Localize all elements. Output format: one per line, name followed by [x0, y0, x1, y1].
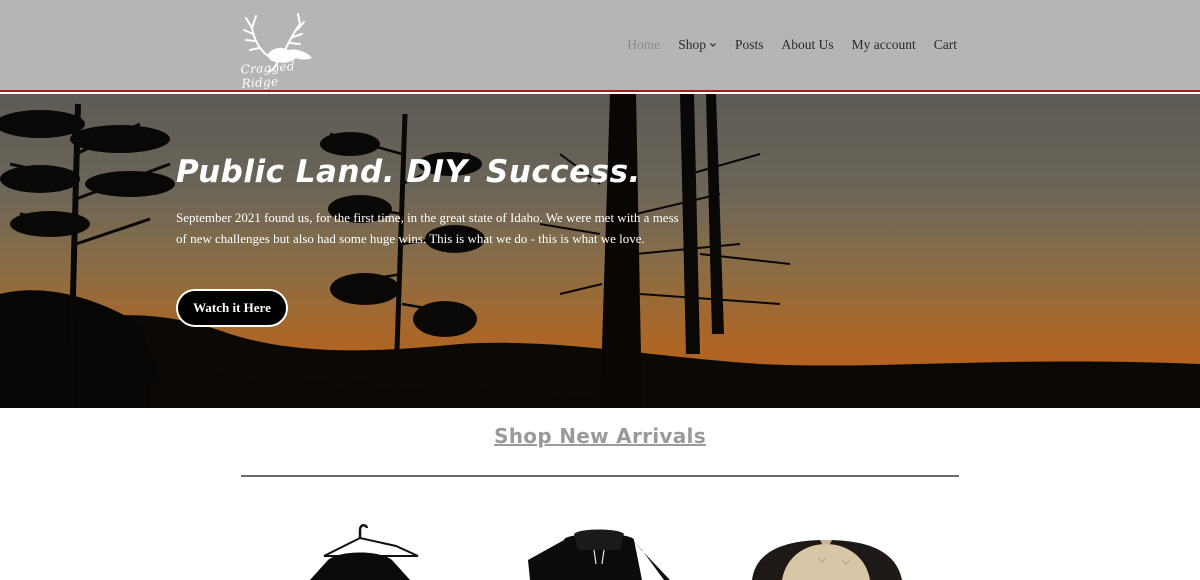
nav-item-home[interactable]: Home	[627, 37, 660, 53]
section-divider	[241, 475, 959, 477]
main-nav: Home Shop Posts About Us My account Cart	[627, 36, 957, 54]
shop-new-arrivals-link[interactable]: Shop New Arrivals	[0, 424, 1200, 448]
chevron-down-icon	[710, 43, 716, 47]
trucker-hat-image	[752, 540, 902, 580]
hero-title: Public Land. DIY. Success.	[176, 154, 641, 190]
hero-description: September 2021 found us, for the first t…	[176, 210, 679, 246]
nav-item-posts[interactable]: Posts	[735, 37, 764, 53]
watch-it-here-button[interactable]: Watch it Here	[176, 289, 288, 327]
shirt-on-hanger-image	[310, 524, 419, 580]
site-header: Cragged Ridge Home Shop Posts About Us M…	[0, 0, 1200, 92]
nav-item-cart[interactable]: Cart	[934, 37, 957, 53]
nav-item-shop-label: Shop	[678, 37, 706, 52]
black-hoodie-image	[528, 529, 670, 580]
hero-banner: Public Land. DIY. Success. September 202…	[0, 94, 1200, 408]
product-hoodie[interactable]	[524, 520, 674, 580]
product-hat[interactable]	[746, 520, 906, 580]
nav-item-my-account[interactable]: My account	[852, 37, 916, 53]
product-shirt[interactable]	[300, 520, 420, 580]
forest-sunset-image	[0, 94, 1200, 408]
nav-item-shop[interactable]: Shop	[678, 37, 717, 53]
logo-text: Cragged Ridge	[240, 59, 296, 91]
nav-item-about-us[interactable]: About Us	[782, 37, 834, 53]
